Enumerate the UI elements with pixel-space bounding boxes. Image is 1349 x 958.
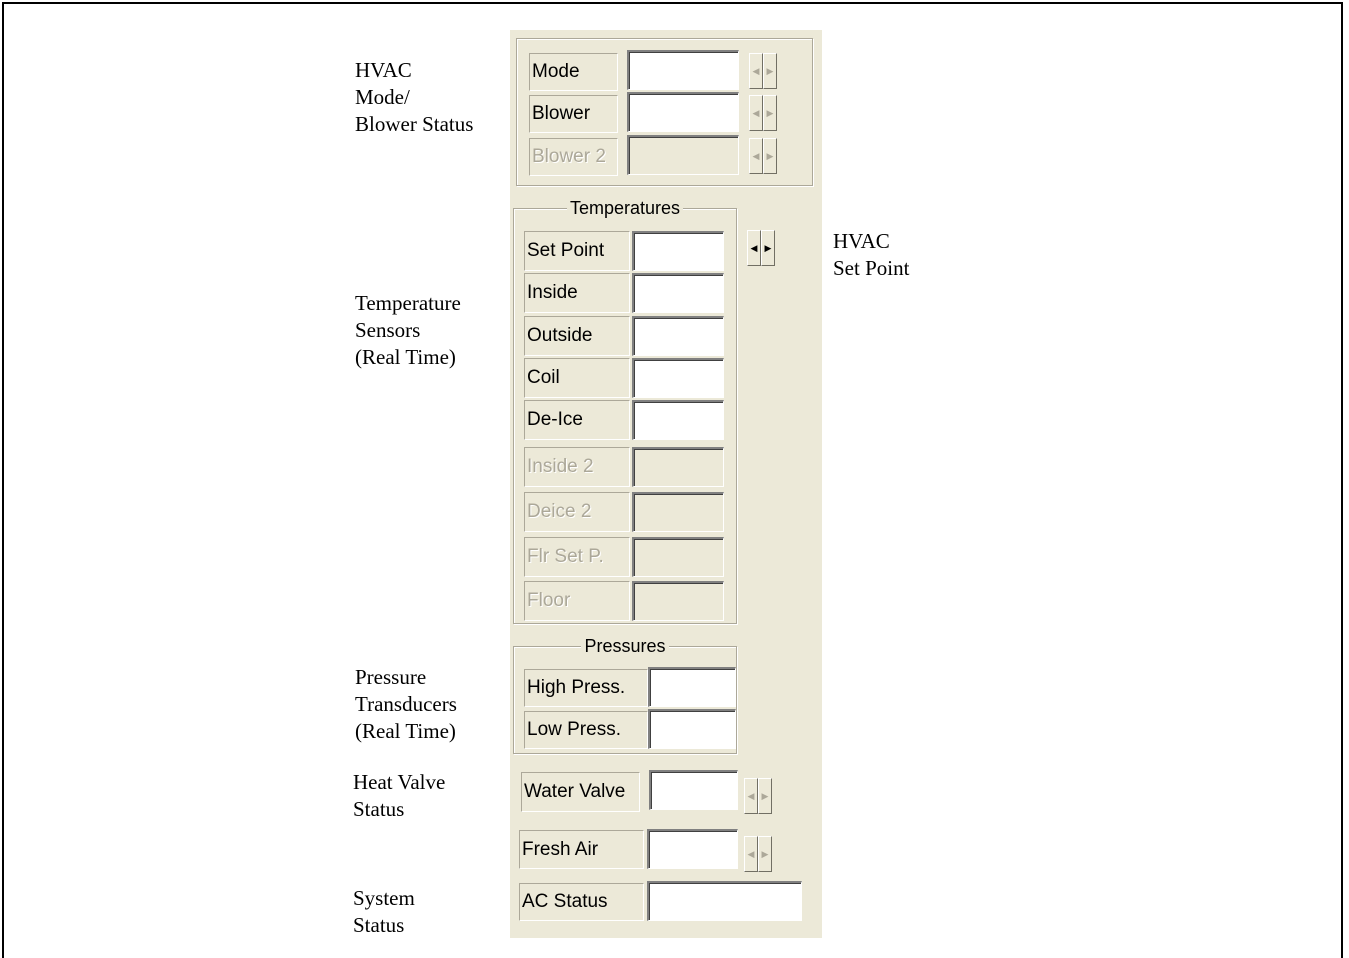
fresh-air-right-arrow-icon: ▶ bbox=[758, 836, 772, 872]
water-valve-label: Water Valve bbox=[521, 772, 640, 812]
water-valve-right-arrow-icon: ▶ bbox=[758, 778, 772, 814]
annotation-hvac-mode: HVAC Mode/ Blower Status bbox=[355, 58, 474, 136]
blower-2-label: Blower 2 bbox=[529, 138, 618, 176]
floor-label: Floor bbox=[524, 581, 630, 621]
mode-left-arrow-icon[interactable]: ◀ bbox=[749, 53, 763, 89]
water-valve-spinner: ◀ ▶ bbox=[744, 778, 772, 814]
inside-2-field bbox=[632, 447, 724, 487]
annotation-heat-valve: Heat Valve Status bbox=[353, 770, 446, 821]
water-valve-left-arrow-icon: ◀ bbox=[744, 778, 758, 814]
high-pressure-label: High Press. bbox=[524, 669, 648, 707]
floor-set-point-field bbox=[632, 537, 724, 577]
blower-2-left-arrow-icon: ◀ bbox=[749, 138, 763, 174]
mode-label: Mode bbox=[529, 53, 618, 91]
inside-field[interactable] bbox=[632, 273, 724, 313]
annotation-temperature-sensors: Temperature Sensors (Real Time) bbox=[355, 291, 461, 369]
blower-2-right-arrow-icon: ▶ bbox=[763, 138, 777, 174]
blower-left-arrow-icon[interactable]: ◀ bbox=[749, 95, 763, 131]
mode-spinner[interactable]: ◀ ▶ bbox=[749, 53, 777, 89]
set-point-spinner[interactable]: ◀ ▶ bbox=[747, 230, 775, 266]
inside-label: Inside bbox=[524, 273, 630, 313]
deice-2-label: Deice 2 bbox=[524, 492, 630, 532]
outside-field[interactable] bbox=[632, 316, 724, 356]
blower-2-spinner: ◀ ▶ bbox=[749, 138, 777, 174]
floor-field bbox=[632, 581, 724, 621]
temperatures-group: Temperatures Set Point Inside Outside Co… bbox=[513, 198, 737, 624]
high-pressure-field[interactable] bbox=[648, 667, 736, 707]
fresh-air-left-arrow-icon: ◀ bbox=[744, 836, 758, 872]
fresh-air-spinner: ◀ ▶ bbox=[744, 836, 772, 872]
ac-status-field[interactable] bbox=[647, 881, 802, 921]
deice-2-field bbox=[632, 492, 724, 532]
blower-label: Blower bbox=[529, 95, 618, 133]
annotation-hvac-set-point: HVAC Set Point bbox=[833, 229, 910, 280]
annotation-pressure-transducers: Pressure Transducers (Real Time) bbox=[355, 665, 457, 743]
annotation-system-status: System Status bbox=[353, 886, 415, 937]
water-valve-field[interactable] bbox=[649, 770, 738, 810]
hvac-control-panel: Mode ◀ ▶ Blower ◀ ▶ Blower 2 ◀ ▶ Tempera… bbox=[510, 30, 822, 938]
fresh-air-field[interactable] bbox=[647, 829, 738, 869]
outside-label: Outside bbox=[524, 316, 630, 356]
fresh-air-label: Fresh Air bbox=[519, 830, 644, 869]
blower-right-arrow-icon[interactable]: ▶ bbox=[763, 95, 777, 131]
blower-field[interactable] bbox=[627, 92, 739, 132]
ac-status-label: AC Status bbox=[519, 883, 644, 921]
floor-set-point-label: Flr Set P. bbox=[524, 537, 630, 577]
low-pressure-field[interactable] bbox=[648, 709, 736, 749]
mode-right-arrow-icon[interactable]: ▶ bbox=[763, 53, 777, 89]
blower-spinner[interactable]: ◀ ▶ bbox=[749, 95, 777, 131]
blower-2-field bbox=[627, 135, 739, 175]
de-ice-label: De-Ice bbox=[524, 400, 630, 440]
pressures-group: Pressures High Press. Low Press. bbox=[513, 636, 737, 754]
mode-field[interactable] bbox=[627, 50, 739, 90]
set-point-label: Set Point bbox=[524, 231, 630, 271]
coil-field[interactable] bbox=[632, 358, 724, 398]
set-point-field[interactable] bbox=[632, 231, 724, 271]
pressures-title: Pressures bbox=[581, 636, 669, 656]
temperatures-title: Temperatures bbox=[566, 198, 684, 218]
low-pressure-label: Low Press. bbox=[524, 711, 648, 749]
coil-label: Coil bbox=[524, 358, 630, 398]
de-ice-field[interactable] bbox=[632, 400, 724, 440]
set-point-left-arrow-icon[interactable]: ◀ bbox=[747, 230, 761, 266]
mode-group: Mode ◀ ▶ Blower ◀ ▶ Blower 2 ◀ ▶ bbox=[516, 38, 813, 186]
set-point-right-arrow-icon[interactable]: ▶ bbox=[761, 230, 775, 266]
inside-2-label: Inside 2 bbox=[524, 447, 630, 487]
